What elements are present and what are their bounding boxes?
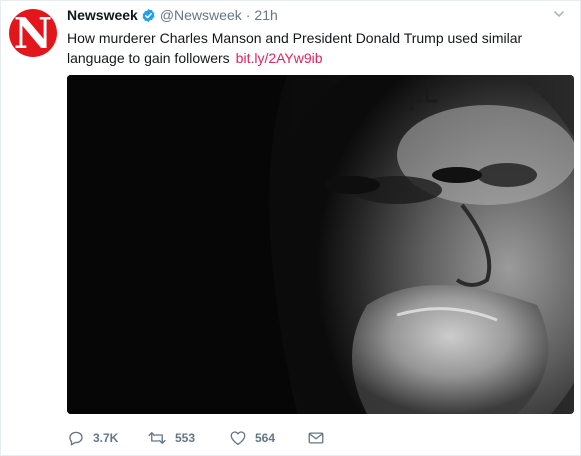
separator-dot: · [245, 7, 251, 23]
envelope-icon [308, 432, 324, 444]
reply-icon [69, 431, 83, 446]
avatar[interactable]: N [9, 9, 57, 57]
tweet-link[interactable]: bit.ly/2AYw9ib [236, 50, 323, 66]
retweet-icon [148, 432, 166, 444]
chevron-down-icon[interactable] [552, 7, 566, 21]
tweet-photo[interactable] [67, 75, 574, 414]
verified-badge-icon [142, 8, 155, 22]
heart-icon [230, 431, 246, 446]
tweet-actions: 3.7K 553 564 [67, 427, 325, 449]
like-button[interactable]: 564 [229, 429, 307, 447]
display-name[interactable]: Newsweek [67, 6, 138, 24]
reply-button[interactable]: 3.7K [67, 429, 147, 447]
avatar-logo-letter: N [13, 9, 53, 57]
tweet-card: N Newsweek @Newsweek · 21h How murderer … [0, 0, 581, 456]
tweet-header: Newsweek @Newsweek · 21h [67, 6, 278, 24]
portrait-photo [67, 75, 574, 414]
handle[interactable]: @Newsweek [160, 6, 242, 24]
retweet-button[interactable]: 553 [147, 429, 229, 447]
like-count: 564 [255, 431, 276, 445]
tweet-text: How murderer Charles Manson and Presiden… [67, 28, 537, 68]
direct-message-button[interactable] [307, 429, 325, 447]
reply-count: 3.7K [93, 431, 119, 445]
retweet-count: 553 [175, 431, 196, 445]
timestamp[interactable]: 21h [254, 6, 277, 24]
